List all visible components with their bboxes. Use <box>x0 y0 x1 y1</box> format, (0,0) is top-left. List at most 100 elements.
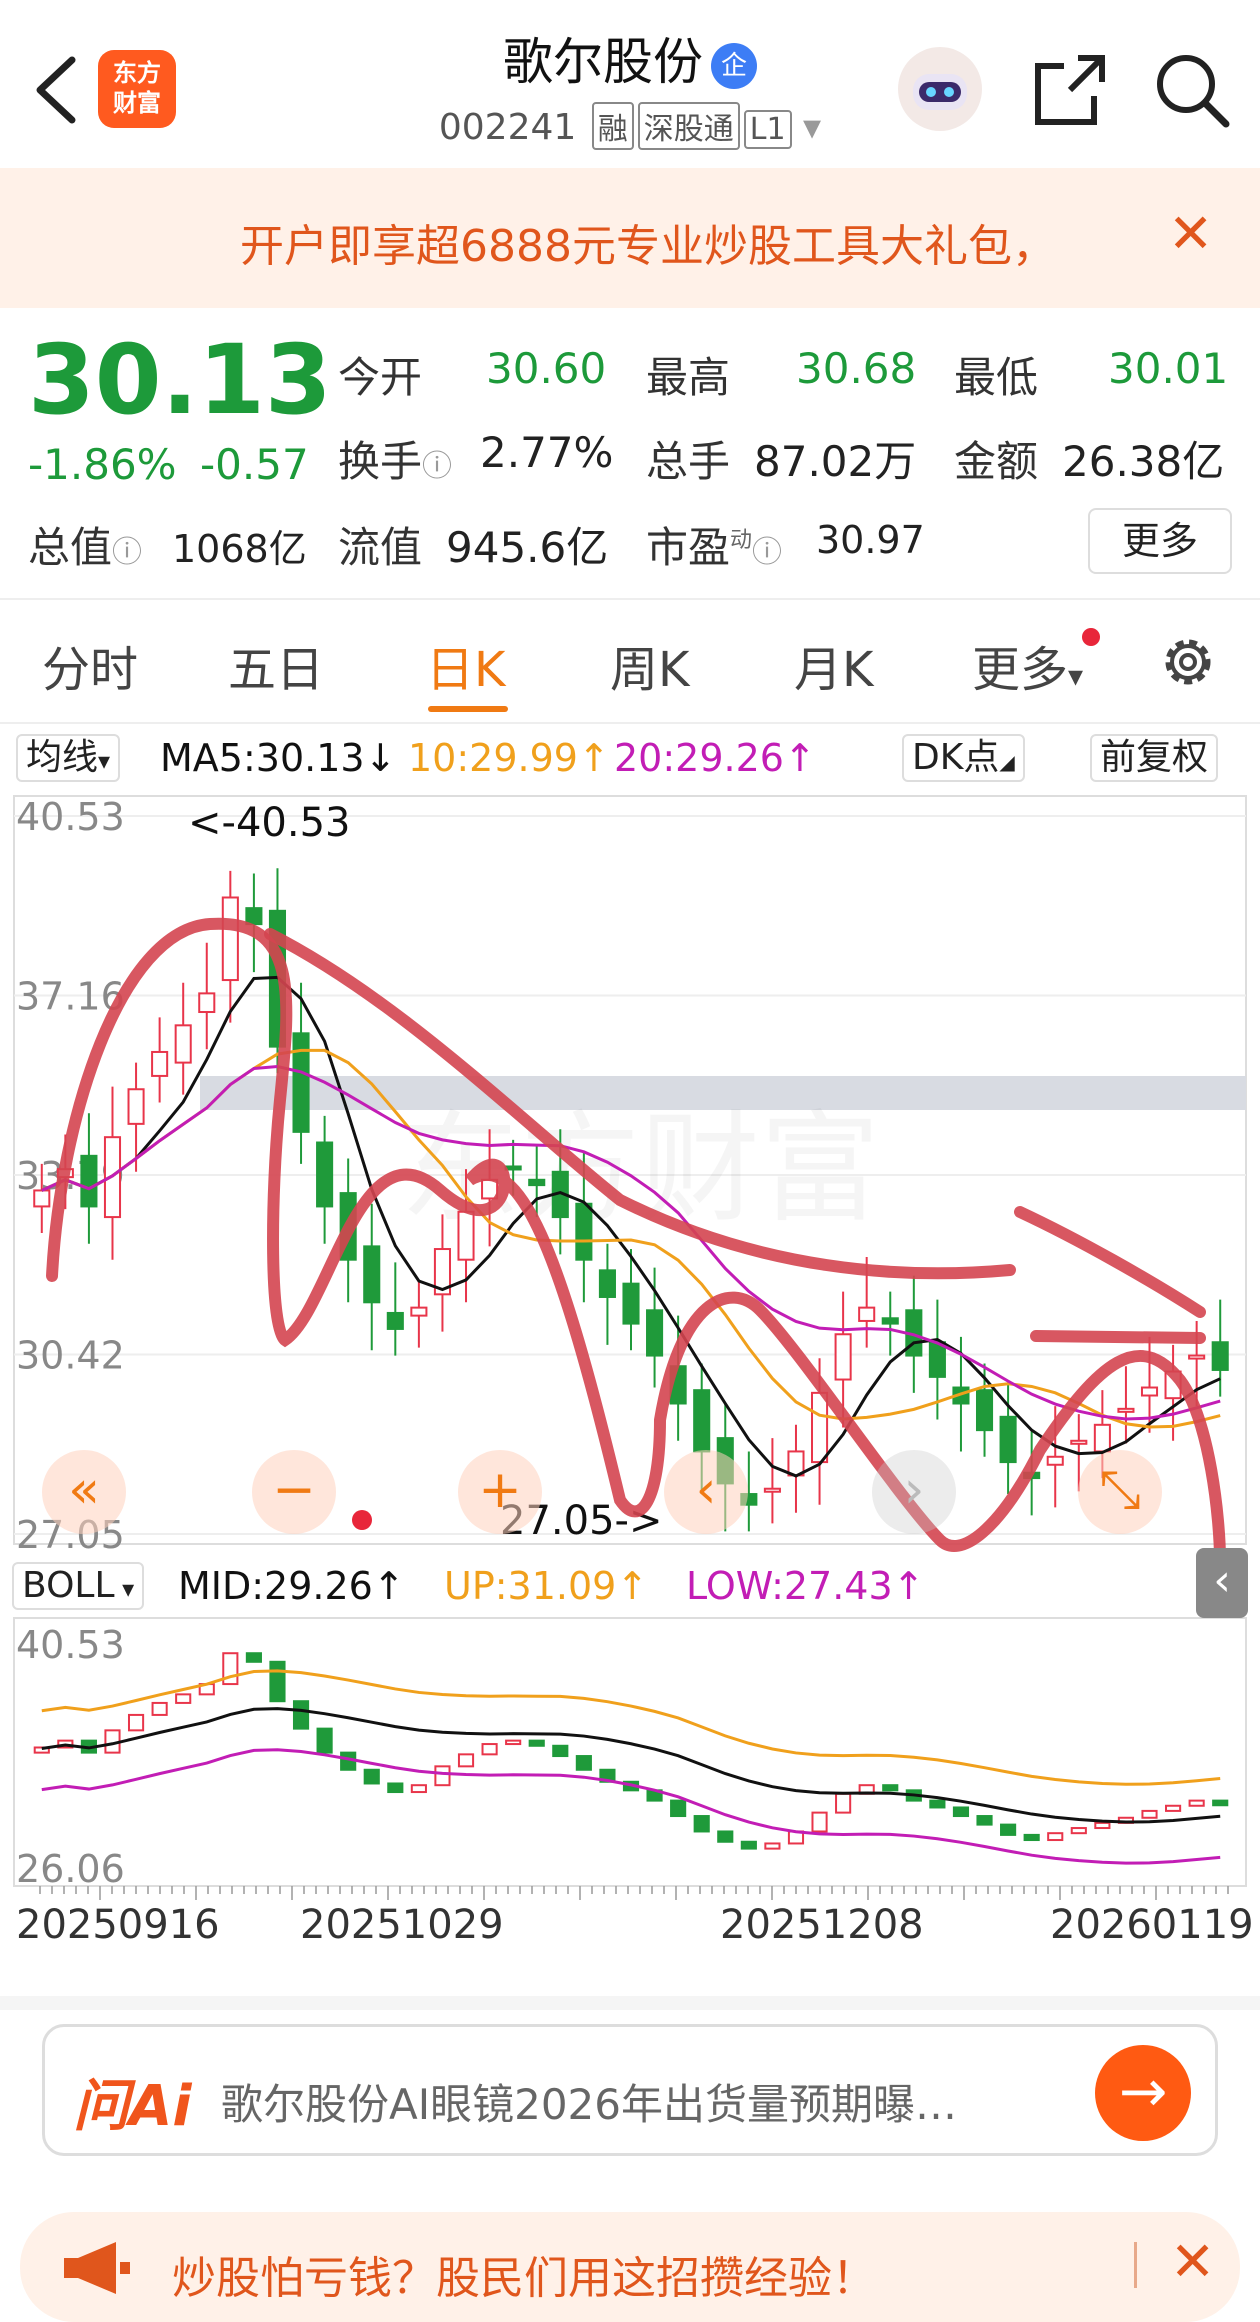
boll-select[interactable]: BOLL ▾ <box>12 1562 145 1610</box>
close-icon[interactable]: ✕ <box>1168 202 1213 265</box>
search-icon[interactable] <box>1146 44 1236 134</box>
chevron-down-icon[interactable]: ▾ <box>803 107 821 148</box>
boll-candle <box>363 1768 380 1785</box>
candle-body <box>386 1311 404 1330</box>
ma5-label: MA5:30.13↓ <box>160 736 397 780</box>
candle-body <box>622 1282 640 1325</box>
arrow-right-icon[interactable]: → <box>1095 2045 1191 2141</box>
divider <box>0 722 1260 724</box>
stock-code: 002241 <box>438 107 577 148</box>
candle-body <box>33 1189 51 1208</box>
candle-body <box>1211 1341 1229 1371</box>
tab-daily-k[interactable]: 日K <box>426 630 505 700</box>
quote-panel: 30.13 -1.86% -0.57 今开 30.60 最高 30.68 最低 … <box>0 308 1260 598</box>
account-promo-banner[interactable]: 开户即享超6888元专业炒股工具大礼包， ✕ <box>0 168 1260 308</box>
scroll-left-icon[interactable]: « <box>42 1450 126 1534</box>
boll-candle <box>1047 1832 1064 1842</box>
fullscreen-icon[interactable]: ⤡ <box>1078 1450 1162 1534</box>
robot-assistant-icon[interactable] <box>895 44 985 134</box>
boll-candle <box>882 1784 899 1792</box>
candle-body <box>174 1024 192 1064</box>
adjust-select[interactable]: 前复权 <box>1090 734 1219 782</box>
mktcap-label: 总值ⓘ <box>28 523 143 572</box>
candle-body <box>1070 1439 1088 1445</box>
ai-question-bar[interactable]: 问Ai 歌尔股份AI眼镜2026年出货量预期曝… → <box>42 2024 1218 2156</box>
candle-body <box>1188 1354 1206 1360</box>
last-price: 30.13 <box>28 324 332 436</box>
ma10-label: 10:29.99↑ <box>408 736 610 780</box>
boll-candle <box>976 1815 993 1826</box>
header: 东方 财富 歌尔股份企 002241 融深股通 L1 ▾ <box>0 0 1260 168</box>
enterprise-badge: 企 <box>711 42 757 89</box>
candle-body <box>646 1309 664 1357</box>
info-icon[interactable]: ⓘ <box>752 535 782 570</box>
candle-body <box>151 1050 169 1077</box>
info-icon[interactable]: ⓘ <box>112 535 142 570</box>
date-label: 20251208 <box>720 1902 924 1948</box>
boll-candle <box>552 1744 569 1758</box>
tab-five-day[interactable]: 五日 <box>228 630 324 700</box>
zoom-out-icon[interactable]: − <box>252 1450 336 1534</box>
marker-dot <box>352 1510 372 1530</box>
tab-intraday[interactable]: 分时 <box>42 630 138 700</box>
ma-indicator-bar: 均线▾ MA5:30.13↓ 10:29.99↑ 20:29.26↑ DK点◢ … <box>0 726 1260 788</box>
ai-question-text[interactable]: 歌尔股份AI眼镜2026年出货量预期曝… <box>221 2071 957 2132</box>
active-tab-indicator <box>428 706 508 712</box>
hand-drawn-annotation <box>1030 1330 1206 1344</box>
candle-body <box>292 1032 310 1133</box>
candle-body <box>457 1210 475 1261</box>
candle-body <box>127 1088 145 1125</box>
candle-body <box>245 907 263 926</box>
y-tick-label: 40.53 <box>16 795 125 839</box>
ma-select[interactable]: 均线▾ <box>16 734 121 782</box>
change-amount: -0.57 <box>200 440 309 489</box>
boll-candle <box>1188 1799 1205 1807</box>
boll-candle <box>316 1727 333 1754</box>
candle-body <box>410 1306 428 1317</box>
y-tick-label: 30.42 <box>16 1334 125 1378</box>
boll-candle <box>1023 1833 1040 1842</box>
divider <box>0 1996 1260 2010</box>
boll-candle <box>575 1755 592 1771</box>
kline-chart[interactable]: 40.5337.1633.7930.4227.05东方财富<-40.5327.0… <box>0 792 1260 1992</box>
zoom-in-icon[interactable]: + <box>458 1450 542 1534</box>
step-left-icon[interactable]: ‹ <box>664 1450 748 1534</box>
max-price-annotation: <-40.53 <box>188 800 350 846</box>
dk-point-select[interactable]: DK点◢ <box>902 734 1025 782</box>
boll-candle <box>952 1806 970 1818</box>
candle-body <box>1140 1386 1159 1397</box>
candle-body <box>198 992 216 1014</box>
boll-indicator-bar: BOLL ▾ MID:29.26↑ UP:31.09↑ LOW:27.43↑ <box>0 1554 1260 1616</box>
tag-margin: 融 <box>591 102 634 150</box>
candle-body <box>763 1487 781 1493</box>
boll-candle <box>1165 1804 1182 1812</box>
candle-body <box>1093 1423 1111 1453</box>
change-percent: -1.86% <box>28 440 177 489</box>
boll-candle <box>127 1713 145 1732</box>
promo-text: 炒股怕亏钱？股民们用这招攒经验！ <box>172 2253 876 2304</box>
gear-icon[interactable] <box>1156 630 1220 694</box>
boll-plot-area <box>13 1617 1247 1887</box>
boll-candle <box>811 1811 828 1833</box>
megaphone-icon <box>64 2242 130 2294</box>
more-quote-button[interactable]: 更多 <box>1088 508 1232 574</box>
close-icon[interactable]: ✕ <box>1170 2230 1215 2293</box>
boll-tick-label: 26.06 <box>16 1847 125 1891</box>
candle-body <box>363 1245 381 1304</box>
amount-value: 26.38亿 <box>1062 437 1225 486</box>
boll-candle <box>175 1693 192 1704</box>
info-icon[interactable]: ⓘ <box>422 449 452 484</box>
candle-body <box>80 1154 98 1208</box>
boll-candle <box>457 1753 475 1768</box>
tab-monthly-k[interactable]: 月K <box>794 630 873 700</box>
boll-candle <box>434 1765 451 1787</box>
boll-tick-label: 40.53 <box>16 1623 125 1667</box>
tab-more[interactable]: 更多▾ <box>972 630 1083 700</box>
boll-candle <box>1000 1823 1017 1836</box>
candle-body <box>504 1165 522 1171</box>
share-icon[interactable] <box>1024 44 1114 134</box>
date-label: 20251029 <box>300 1902 504 1948</box>
tab-weekly-k[interactable]: 周K <box>610 630 689 700</box>
boll-candle <box>387 1782 404 1794</box>
step-right-icon[interactable]: › <box>872 1450 956 1534</box>
